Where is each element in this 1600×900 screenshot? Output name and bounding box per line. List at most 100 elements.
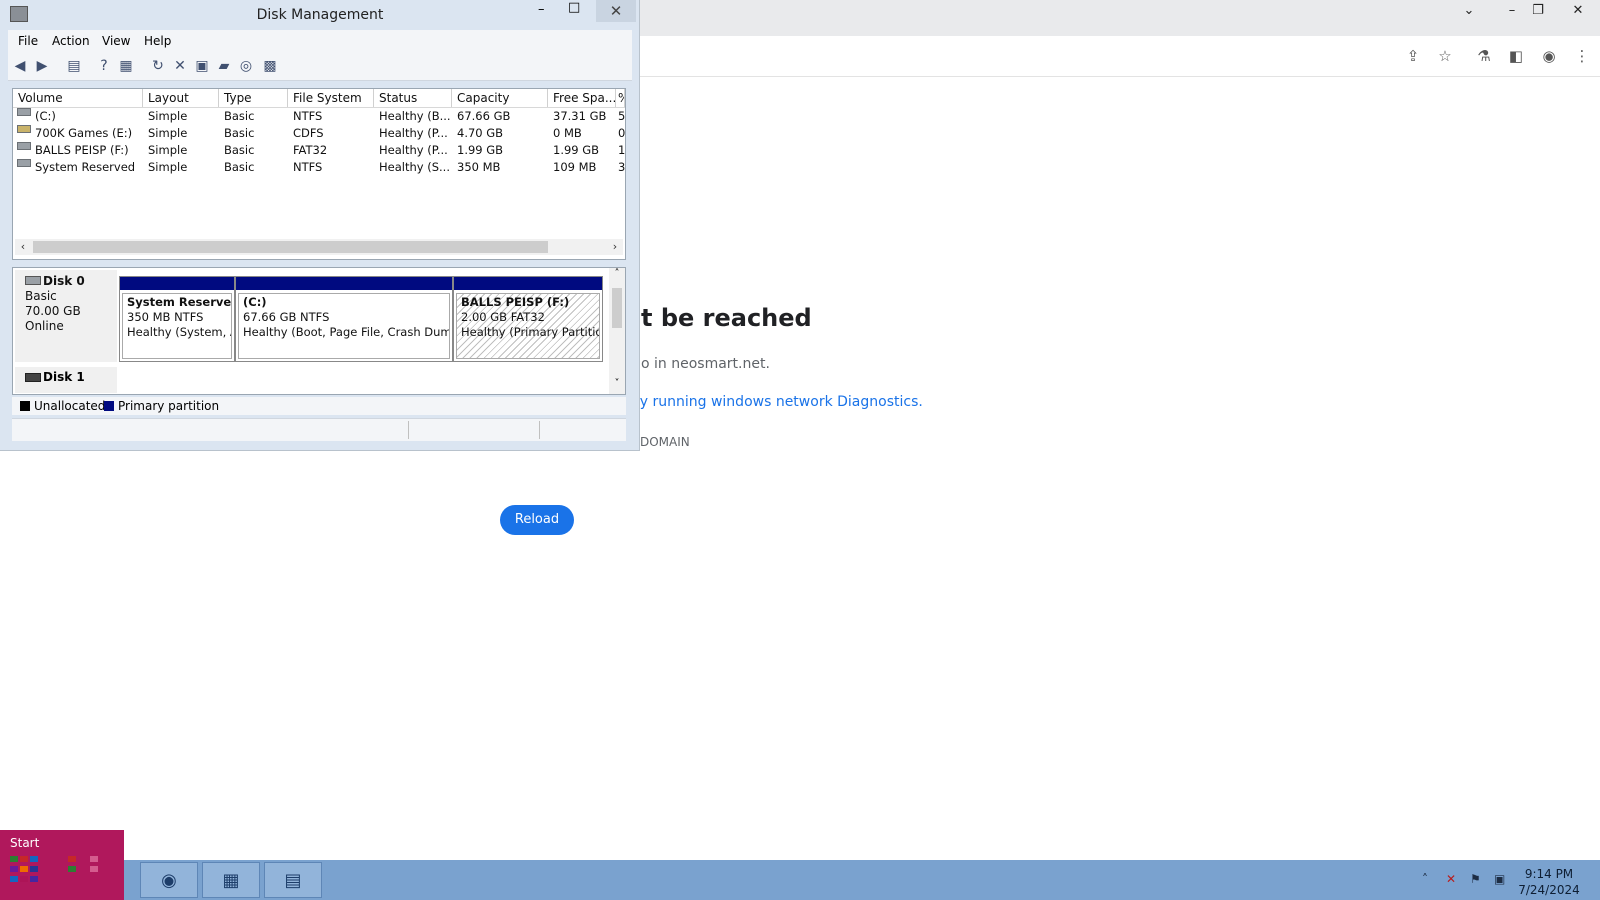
table-row[interactable]: System Reserved Simple Basic NTFS Health… [13,159,625,176]
cell-status: Healthy (P... [379,143,448,157]
tile-icon [10,866,18,872]
share-icon[interactable]: ⇪ [1403,46,1423,66]
properties-icon[interactable]: ▣ [192,56,212,76]
partition-c[interactable]: (C:) 67.66 GB NTFS Healthy (Boot, Page F… [235,276,453,362]
col-file-system[interactable]: File System [288,89,374,107]
cell-volume: 700K Games (E:) [35,126,133,140]
settings-icon[interactable]: ▩ [260,56,280,76]
cell-layout: Simple [148,126,188,140]
menu-view[interactable]: View [102,34,130,48]
partition-name: BALLS PEISP (F:) [461,295,570,309]
tile-icon [10,876,18,882]
clock-time: 9:14 PM [1524,867,1574,881]
extensions-icon[interactable]: ⚗ [1474,46,1494,66]
col-capacity[interactable]: Capacity [452,89,548,107]
scroll-left-icon[interactable]: ‹ [15,239,31,255]
close-button[interactable]: ✕ [596,0,636,22]
disk-1-label[interactable]: Disk 1 [15,367,117,393]
bookmark-star-icon[interactable]: ☆ [1435,46,1455,66]
disk-0-type: Basic [25,289,57,303]
scroll-thumb[interactable] [612,288,622,328]
legend-unallocated: Unallocated [34,399,106,413]
disk-icon [25,373,41,382]
volume-list: Volume Layout Type File System Status Ca… [12,88,626,260]
explore-icon[interactable]: ◎ [236,56,256,76]
table-row[interactable]: BALLS PEISP (F:) Simple Basic FAT32 Heal… [13,142,625,159]
vertical-scrollbar[interactable]: ˄ ˅ [609,268,625,394]
col-type[interactable]: Type [219,89,288,107]
show-hidden-icons-icon[interactable]: ˄ [1422,872,1428,886]
start-label: Start [10,836,40,850]
disk-0-label[interactable]: Disk 0 Basic 70.00 GB Online [15,270,117,362]
table-row[interactable]: 700K Games (E:) Simple Basic CDFS Health… [13,125,625,142]
disk-0-name: Disk 0 [43,274,85,288]
action-center-flag-icon[interactable]: ⚑ [1470,872,1481,886]
partition-size: 350 MB NTFS [127,310,204,324]
tile-icon [90,856,98,862]
cell-percent-free: 5! [618,109,625,123]
cell-percent-free: 3 [618,160,625,174]
forward-arrow-icon[interactable]: ▶ [32,56,52,76]
maximize-button[interactable]: □ [568,0,580,15]
error-code: DOMAIN [640,435,690,449]
legend: Unallocated Primary partition [12,397,626,415]
help-icon[interactable]: ? [94,56,114,76]
col-percent-free[interactable]: % [616,89,625,107]
tile-icon [30,876,38,882]
scroll-down-icon[interactable]: ˅ [609,378,625,392]
tile-icon [90,866,98,872]
horizontal-scrollbar[interactable]: ‹ › [15,239,623,255]
volume-muted-icon[interactable]: ✕ [1446,872,1456,886]
taskbar-globe-app[interactable]: ◉ [140,862,198,898]
back-arrow-icon[interactable]: ◀ [10,56,30,76]
profile-avatar-icon[interactable]: ◉ [1539,46,1559,66]
disk-graphical-view: Disk 0 Basic 70.00 GB Online System Rese… [12,267,626,395]
show-hide-action-pane-icon[interactable]: ▦ [116,56,136,76]
open-folder-icon[interactable]: ▰ [214,56,234,76]
delete-icon[interactable]: ✕ [170,56,190,76]
cell-capacity: 350 MB [457,160,501,174]
start-button[interactable]: Start [0,830,124,900]
cell-status: Healthy (S... [379,160,450,174]
browser-close-button[interactable]: ✕ [1562,0,1594,22]
tile-icon [20,866,28,872]
network-icon[interactable]: ▣ [1494,872,1505,886]
diagnostics-link[interactable]: ry running windows network Diagnostics. [634,394,923,410]
browser-restore-button[interactable]: ❐ [1522,0,1554,22]
cell-status: Healthy (P... [379,126,448,140]
scroll-thumb[interactable] [33,241,548,253]
side-panel-icon[interactable]: ◧ [1506,46,1526,66]
taskbar-disk-management-app[interactable]: ▤ [264,862,322,898]
col-free-space[interactable]: Free Spa... [548,89,616,107]
browser-menu-icon[interactable]: ⋮ [1572,46,1592,66]
error-title: t be reached [641,304,812,332]
menu-help[interactable]: Help [144,34,171,48]
status-divider [408,421,409,439]
partition-color-bar [120,277,234,290]
cell-layout: Simple [148,109,188,123]
window-title-bar[interactable]: Disk Management – □ ✕ [0,0,640,30]
primary-partition-swatch [104,401,114,411]
show-hide-console-tree-icon[interactable]: ▤ [64,56,84,76]
tile-icon [30,856,38,862]
scroll-right-icon[interactable]: › [607,239,623,255]
scroll-up-icon[interactable]: ˄ [609,268,625,282]
menu-file[interactable]: File [18,34,38,48]
reload-button[interactable]: Reload [500,505,574,535]
partition-system-reserved[interactable]: System Reserved 350 MB NTFS Healthy (Sys… [119,276,235,362]
taskbar-clock[interactable]: 9:14 PM 7/24/2024 [1514,866,1584,898]
col-volume[interactable]: Volume [13,89,143,107]
tab-search-chevron-icon[interactable]: ⌄ [1453,0,1485,22]
disk-0-size: 70.00 GB [25,304,81,318]
col-status[interactable]: Status [374,89,452,107]
minimize-button[interactable]: – [538,2,545,17]
refresh-icon[interactable]: ↻ [148,56,168,76]
disk-management-icon: ▤ [284,870,302,891]
menu-action[interactable]: Action [52,34,90,48]
col-layout[interactable]: Layout [143,89,219,107]
table-row[interactable]: (C:) Simple Basic NTFS Healthy (B... 67.… [13,108,625,125]
partition-f[interactable]: BALLS PEISP (F:) 2.00 GB FAT32 Healthy (… [453,276,603,362]
cell-file-system: CDFS [293,126,324,140]
taskbar-control-panel-app[interactable]: ▦ [202,862,260,898]
taskbar: ◉ ▦ ▤ ˄ ✕ ⚑ ▣ [124,860,1600,900]
